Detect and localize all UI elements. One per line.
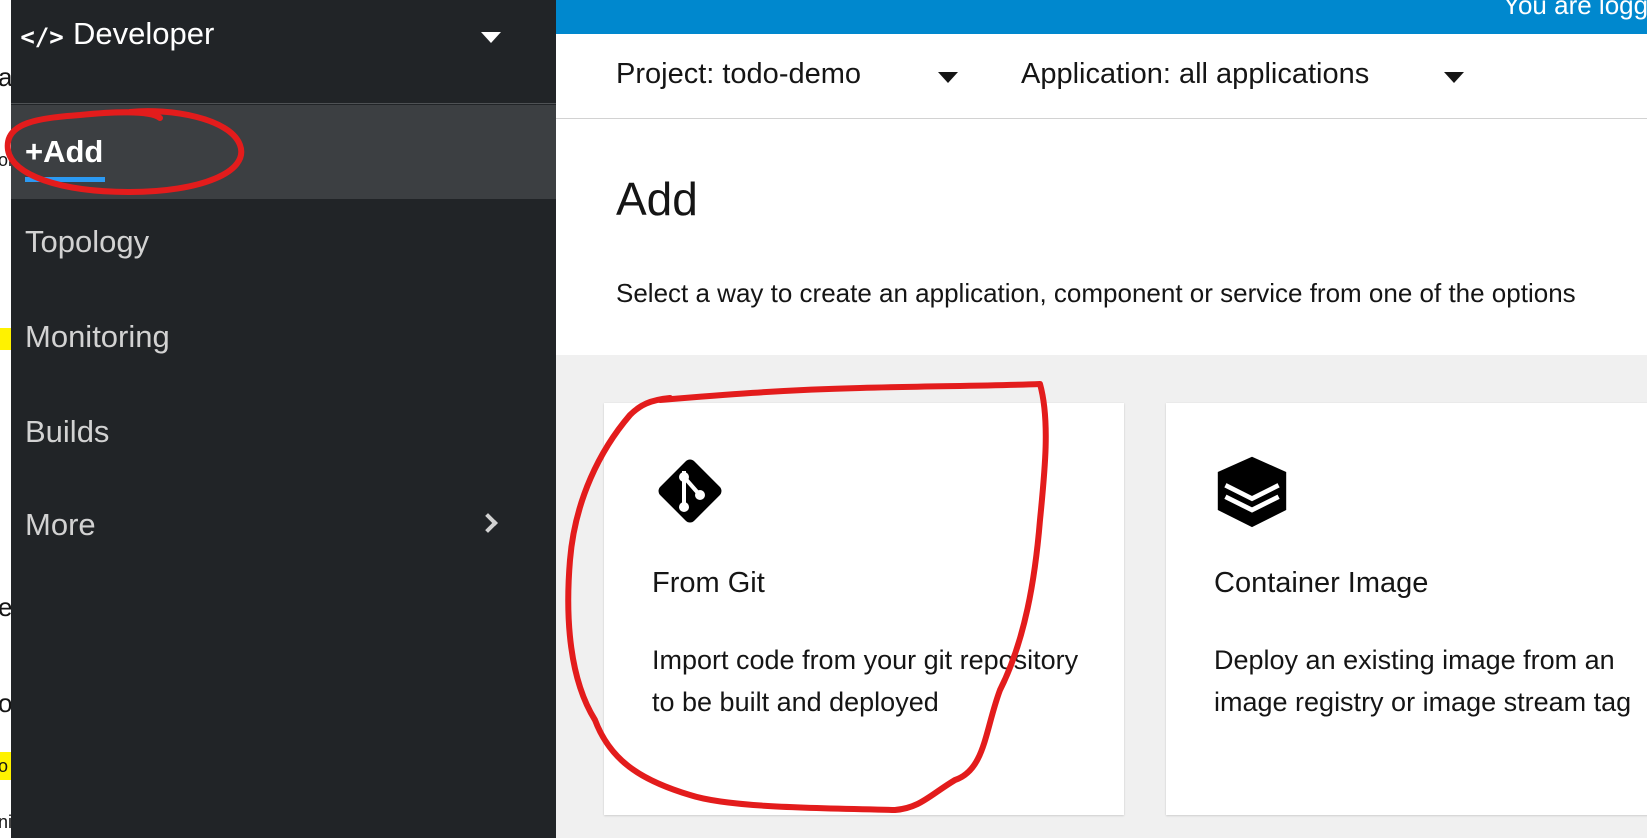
sidebar-item-label: Monitoring [25,319,170,354]
background-text-fragment: e [0,592,11,622]
card-title: Container Image [1214,567,1429,599]
background-text-fragment: a [0,62,11,92]
main-content: You are logged Project: todo-demo Applic… [556,0,1647,838]
caret-down-icon [481,32,501,43]
chevron-right-icon [478,513,498,533]
caret-down-icon[interactable] [938,72,958,83]
caret-down-icon[interactable] [1444,72,1464,83]
sidebar-item-more[interactable]: More [11,478,556,572]
sidebar-item-label: Topology [25,224,150,259]
background-highlight [0,328,11,350]
sidebar-item-add[interactable]: +Add [11,105,556,199]
card-description: Import code from your git repository to … [652,645,1079,717]
sidebar-item-label: More [25,507,96,542]
background-page-sliver: a ol e ol o ni [0,0,11,838]
page-header: Add Select a way to create an applicatio… [556,120,1647,355]
card-title: From Git [652,567,765,599]
sidebar-item-label: Builds [25,414,110,449]
application-dropdown[interactable]: Application: all applications [1021,58,1369,91]
page-title: Add [616,173,698,225]
sidebar: </> Developer +Add Topology Monitoring B… [11,0,556,838]
background-text-fragment: ni [0,812,11,832]
layers-icon [1217,456,1287,528]
card-description: Deploy an existing image from an image r… [1214,645,1632,717]
add-catalog: From Git Import code from your git repos… [556,355,1647,838]
sidebar-item-label: +Add [25,134,104,169]
sidebar-item-builds[interactable]: Builds [11,385,556,479]
sidebar-item-topology[interactable]: Topology [11,195,556,289]
background-text-fragment: o [0,756,9,776]
git-icon [658,459,722,523]
perspective-switcher[interactable]: </> Developer [11,0,556,104]
code-icon: </> [20,23,64,51]
context-bar: Project: todo-demo Application: all appl… [556,34,1647,119]
background-text-fragment: ol [0,688,11,718]
card-container-image[interactable]: Container Image Deploy an existing image… [1166,403,1647,815]
page-description: Select a way to create an application, c… [616,278,1576,308]
perspective-title: Developer [73,16,215,51]
active-indicator [25,177,105,182]
sidebar-item-monitoring[interactable]: Monitoring [11,290,556,384]
project-dropdown[interactable]: Project: todo-demo [616,58,861,91]
card-from-git[interactable]: From Git Import code from your git repos… [604,403,1124,815]
login-status: You are logged [1503,0,1647,20]
background-text-fragment: ol [0,150,11,170]
masthead: You are logged [556,0,1647,34]
